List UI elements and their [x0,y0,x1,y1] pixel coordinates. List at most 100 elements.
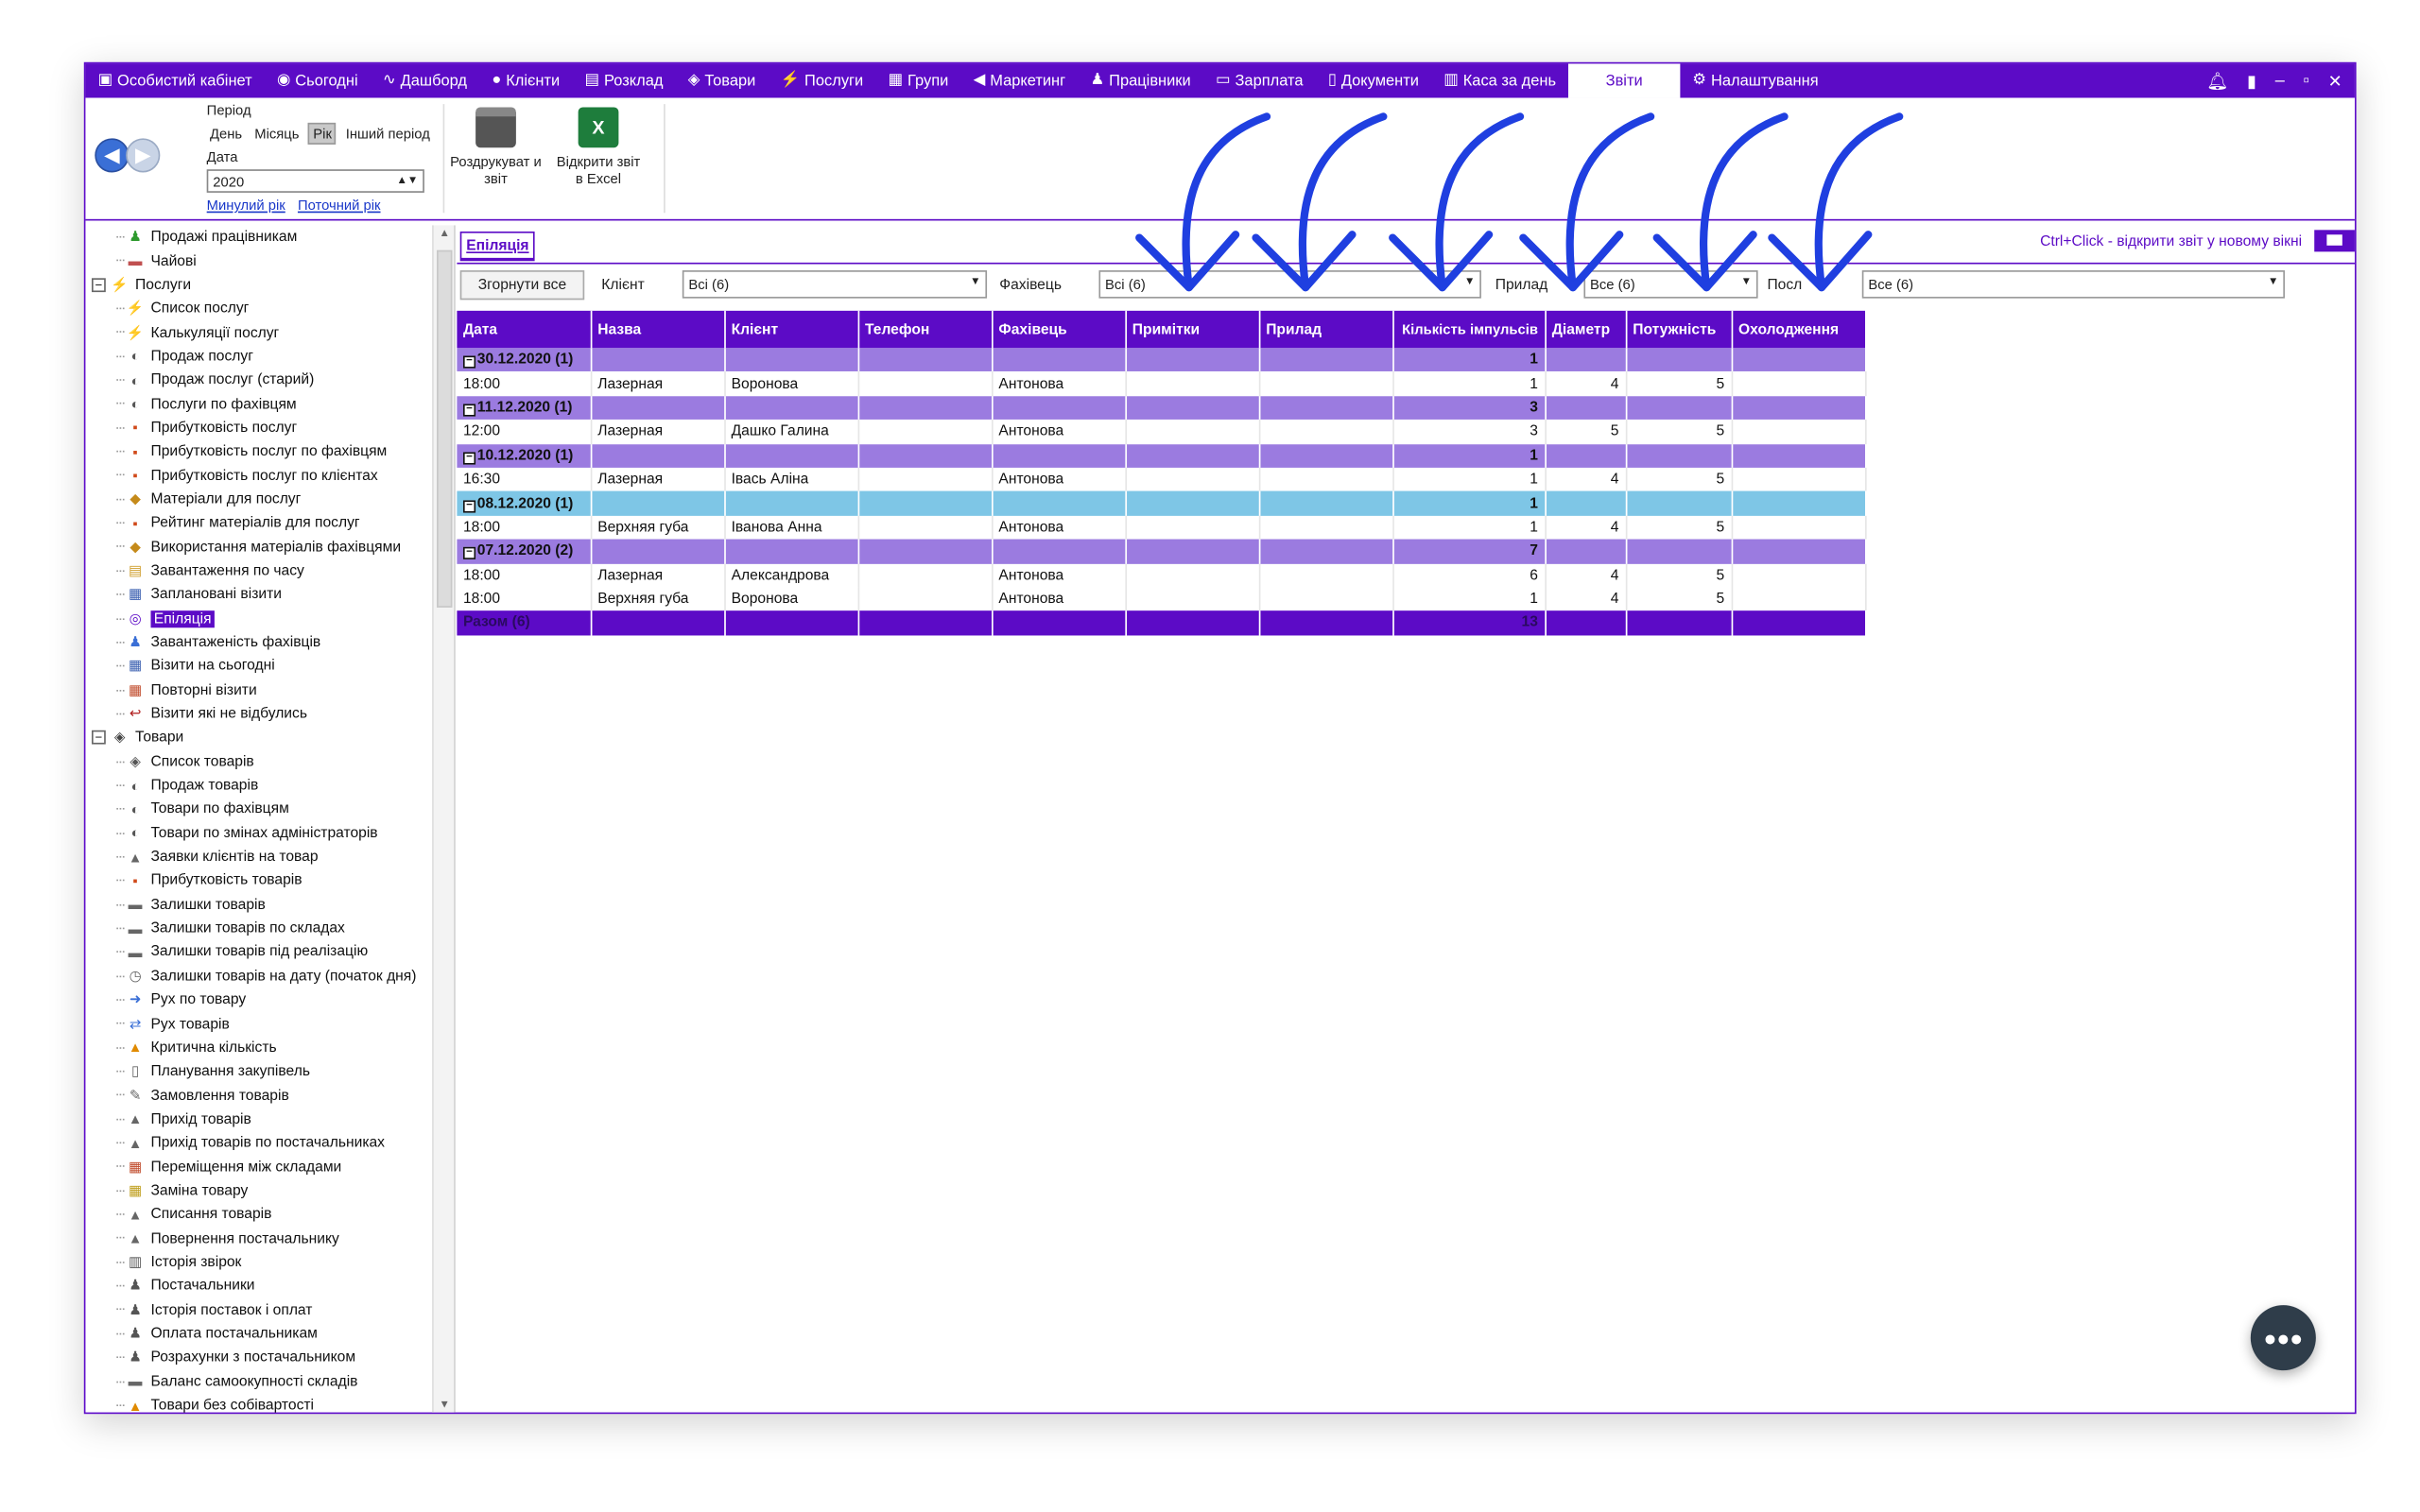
tree-item[interactable]: ♟ Продажі працівникам [89,225,454,249]
nav-item[interactable]: ▤ Розклад [572,63,675,97]
tree-item[interactable]: ⇄ Рух товарів [89,1012,454,1036]
period-option[interactable]: Інший період [342,125,433,144]
period-option[interactable]: Місяць [251,125,302,144]
lock-icon[interactable]: ▮ [2247,71,2256,91]
tree-item[interactable]: ▲ Товари без собівартості [89,1394,454,1413]
table-row[interactable]: 16:30 Лазерная Івась Аліна Антонова 1 4 5 [457,467,1866,492]
group-row[interactable]: −07.12.2020 (2) 7 [457,539,1866,564]
device-filter-select[interactable]: Все (6) ▼ [1583,270,1758,299]
tree-item[interactable]: − ⚡ Послуги [89,273,454,297]
column-header[interactable]: Кількість імпульсів [1392,310,1547,349]
nav-item[interactable]: ▦ Групи [875,63,960,97]
nav-item[interactable]: ⚡ Послуги [768,63,875,97]
table-row[interactable]: 12:00 Лазерная Дашко Галина Антонова 3 5 5 [457,420,1866,444]
tree-item[interactable]: ▦ Заплановані візити [89,583,454,607]
tree-item[interactable]: ↩ Візити які не відбулись [89,702,454,726]
collapse-toggle-icon[interactable]: − [92,730,106,746]
current-year-link[interactable]: Поточний рік [298,198,381,213]
collapse-toggle-icon[interactable]: − [462,355,476,369]
open-excel-button[interactable]: X Відкрити звіт в Excel [552,107,646,187]
tree-item[interactable]: ▦ Візити на сьогодні [89,655,454,679]
tree-item[interactable]: ▪ Рейтинг матеріалів для послуг [89,511,454,535]
column-header[interactable]: Назва [590,310,726,349]
tree-item[interactable]: ▲ Критична кількість [89,1036,454,1059]
tree-item[interactable]: ➜ Рух по товару [89,988,454,1012]
tree-item[interactable]: ♟ Історія поставок і оплат [89,1298,454,1322]
tree-item[interactable]: ▦ Заміна товару [89,1179,454,1203]
collapse-toggle-icon[interactable]: − [462,547,476,560]
column-header[interactable]: Фахівець [991,310,1127,349]
tree-item[interactable]: ◆ Матеріали для послуг [89,488,454,511]
tree-item[interactable]: ◎ Епіляція [89,607,454,630]
nav-item[interactable]: ▣ Особистий кабінет [85,63,264,97]
column-header[interactable]: Охолодження [1731,310,1866,349]
nav-item[interactable]: ● Клієнти [479,63,572,97]
year-input[interactable]: 2020 ▲▼ [206,169,424,193]
forward-arrow-icon[interactable]: ▶ [126,138,161,173]
tree-item[interactable]: ▬ Залишки товарів по складах [89,917,454,940]
close-button[interactable]: ✕ [2328,71,2342,91]
tree-item[interactable]: ▲ Списання товарів [89,1203,454,1227]
spinner-icon[interactable]: ▲▼ [397,176,419,187]
tree-item[interactable]: ◐ Продаж послуг (старий) [89,369,454,392]
tab-epilation[interactable]: Епіляція [459,231,536,262]
nav-item[interactable]: ◈ Товари [676,63,769,97]
tree-item[interactable]: ◷ Залишки товарів на дату (початок дня) [89,964,454,988]
scroll-up-icon[interactable]: ▲ [434,225,456,244]
nav-item[interactable]: ▯ Документи [1316,63,1431,97]
service-filter-select[interactable]: Все (6) ▼ [1861,270,2285,299]
client-filter-select[interactable]: Всі (6) ▼ [682,270,988,299]
tree-item[interactable]: ⚡ Калькуляції послуг [89,320,454,344]
tree-item[interactable]: ▬ Залишки товарів під реалізацію [89,940,454,964]
group-row[interactable]: −11.12.2020 (1) 3 [457,395,1866,421]
nav-item[interactable]: ▭ Зарплата [1203,63,1316,97]
tree-item[interactable]: ◐ Послуги по фахівцям [89,392,454,416]
tree-item[interactable]: ◈ Список товарів [89,749,454,773]
scrollbar-thumb[interactable] [437,249,453,608]
tree-item[interactable]: ♟ Постачальники [89,1274,454,1297]
column-header[interactable]: Телефон [857,310,993,349]
specialist-filter-select[interactable]: Всі (6) ▼ [1098,270,1481,299]
sidebar-scrollbar[interactable]: ▲ ▼ [432,225,456,1413]
column-header[interactable]: Прилад [1258,310,1394,349]
print-report-button[interactable]: Роздрукуват и звіт [449,107,543,187]
tree-item[interactable]: ⚡ Список послуг [89,297,454,320]
tree-item[interactable]: ▬ Чайові [89,249,454,273]
tree-item[interactable]: ♟ Завантаженість фахівців [89,630,454,654]
nav-item[interactable]: Звіти [1568,63,1681,98]
tree-item[interactable]: ▯ Планування закупівель [89,1059,454,1083]
group-row[interactable]: −10.12.2020 (1) 1 [457,443,1866,468]
tree-item[interactable]: ▬ Баланс самоокупності складів [89,1369,454,1393]
nav-item[interactable]: ♟ Працівники [1078,63,1203,97]
table-row[interactable]: 18:00 Верхняя губа Іванова Анна Антонова 1 4 5 [457,515,1866,540]
collapse-all-button[interactable]: Згорнути все [459,270,585,301]
tree-item[interactable]: ▪ Прибутковість послуг по фахівцям [89,439,454,463]
tree-item[interactable]: ▲ Прихід товарів по постачальниках [89,1131,454,1155]
table-row[interactable]: 18:00 Верхняя губа Воронова Антонова 1 4 5 [457,587,1866,611]
tree-item[interactable]: ▲ Повернення постачальнику [89,1227,454,1250]
column-header[interactable]: Потужність [1625,310,1733,349]
column-header[interactable]: Примітки [1125,310,1260,349]
collapse-toggle-icon[interactable]: − [92,278,106,292]
tree-item[interactable]: ◐ Товари по змінах адміністраторів [89,821,454,845]
tree-item[interactable]: ▪ Прибутковість товарів [89,869,454,893]
tree-item[interactable]: ◐ Продаж послуг [89,345,454,369]
restore-button[interactable]: ▫ [2303,71,2308,91]
collapse-toggle-icon[interactable]: − [462,499,476,512]
tree-item[interactable]: ▦ Повторні візити [89,679,454,702]
table-row[interactable]: 18:00 Лазерная Воронова Антонова 1 4 5 [457,371,1866,396]
tree-item[interactable]: ▲ Заявки клієнтів на товар [89,845,454,868]
tree-item[interactable]: ◐ Товари по фахівцям [89,798,454,821]
chat-bubble-icon[interactable]: ●●● [2250,1305,2316,1371]
tree-item[interactable]: ▪ Прибутковість послуг [89,416,454,439]
table-row[interactable]: 18:00 Лазерная Александрова Антонова 6 4 5 [457,563,1866,588]
tree-item[interactable]: ▪ Прибутковість послуг по клієнтах [89,464,454,488]
collapse-toggle-icon[interactable]: − [462,404,476,417]
tree-item[interactable]: ✎ Замовлення товарів [89,1084,454,1108]
group-row[interactable]: −08.12.2020 (1) 1 [457,491,1866,516]
group-row[interactable]: −30.12.2020 (1) 1 [457,348,1866,372]
column-header[interactable]: Клієнт [724,310,859,349]
nav-item[interactable]: ◀ Маркетинг [960,63,1078,97]
previous-year-link[interactable]: Минулий рік [207,198,285,213]
collapse-toggle-icon[interactable]: − [462,452,476,465]
